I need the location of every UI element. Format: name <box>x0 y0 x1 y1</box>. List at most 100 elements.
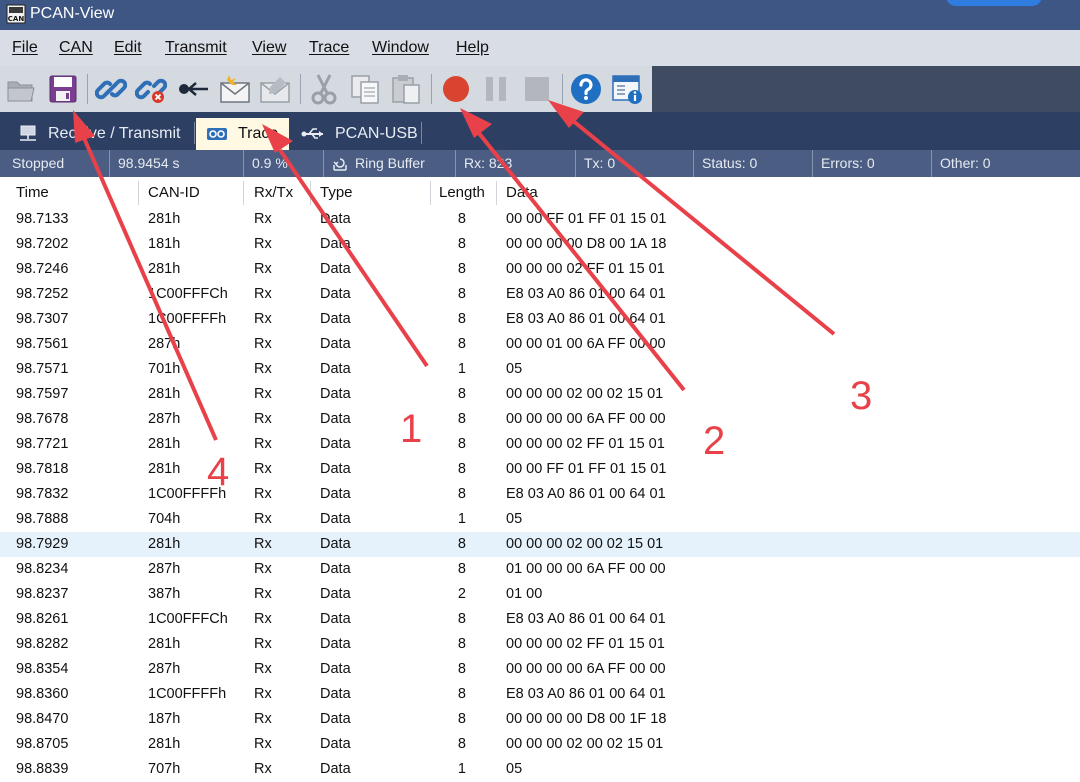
trace-row[interactable]: 98.8234 287h Rx Data 8 01 00 00 00 6A FF 00 0… <box>0 557 1080 582</box>
save-button[interactable] <box>46 72 80 106</box>
trace-row[interactable]: 98.8237 387h Rx Data 2 01 00 <box>0 582 1080 607</box>
cell-data: E8 03 A0 86 01 00 64 01 <box>506 311 666 327</box>
cell-data: 00 00 00 00 D8 00 1F 18 <box>506 711 667 727</box>
copy-button[interactable] <box>348 72 382 106</box>
status-mode: Ring Buffer <box>324 150 456 177</box>
cell-rx-tx: Rx <box>254 686 272 702</box>
cell-length: 8 <box>457 261 466 277</box>
cell-data: 00 00 FF 01 FF 01 15 01 <box>506 211 667 227</box>
cut-button[interactable] <box>307 72 341 106</box>
tab-label: Trace <box>238 125 279 142</box>
trace-row[interactable]: 98.8282 281h Rx Data 8 00 00 00 02 FF 01 15 0… <box>0 632 1080 657</box>
trace-row[interactable]: 98.8705 281h Rx Data 8 00 00 00 02 00 02 15 0… <box>0 732 1080 757</box>
tab-pcan-usb[interactable]: PCAN-USB <box>291 118 421 150</box>
column-header-type[interactable]: Type <box>320 184 353 201</box>
cell-time: 98.7678 <box>16 411 69 427</box>
cell-type: Data <box>320 761 351 777</box>
menu-view[interactable]: View <box>252 39 286 57</box>
cell-length: 8 <box>457 561 466 577</box>
record-button[interactable] <box>439 72 473 106</box>
trace-grid-header: Time CAN-ID Rx/Tx Type Length Data <box>0 177 1080 207</box>
cell-type: Data <box>320 386 351 402</box>
column-separator <box>138 181 139 205</box>
cell-rx-tx: Rx <box>254 361 272 377</box>
tab-trace[interactable]: Trace <box>196 118 289 150</box>
trace-row[interactable]: 98.7202 181h Rx Data 8 00 00 00 00 D8 00 1A 1… <box>0 232 1080 257</box>
cell-can-id: 281h <box>148 261 181 277</box>
cell-type: Data <box>320 486 351 502</box>
cell-time: 98.7202 <box>16 236 69 252</box>
cell-data: E8 03 A0 86 01 00 64 01 <box>506 686 666 702</box>
trace-row[interactable]: 98.7721 281h Rx Data 8 00 00 00 02 FF 01 15 0… <box>0 432 1080 457</box>
trace-row[interactable]: 98.7597 281h Rx Data 8 00 00 00 02 00 02 15 0… <box>0 382 1080 407</box>
menu-trace[interactable]: Trace <box>309 39 349 57</box>
cell-data: E8 03 A0 86 01 00 64 01 <box>506 486 666 502</box>
trace-row[interactable]: 98.7561 287h Rx Data 8 00 00 01 00 6A FF 00 0… <box>0 332 1080 357</box>
network-icon <box>18 125 38 143</box>
record-icon <box>443 76 469 102</box>
status-other: Other: 0 <box>940 155 991 171</box>
column-header-length[interactable]: Length <box>439 184 485 201</box>
trace-row[interactable]: 98.7571 701h Rx Data 1 05 <box>0 357 1080 382</box>
menu-edit[interactable]: Edit <box>114 39 142 57</box>
trace-row[interactable]: 98.8839 707h Rx Data 1 05 <box>0 757 1080 782</box>
cell-rx-tx: Rx <box>254 211 272 227</box>
trace-row[interactable]: 98.8261 1C00FFFCh Rx Data 8 E8 03 A0 86 01 00… <box>0 607 1080 632</box>
cell-data: 00 00 00 02 00 02 15 01 <box>506 386 664 402</box>
disconnect-icon <box>135 78 167 103</box>
cell-length: 1 <box>457 361 466 377</box>
cell-rx-tx: Rx <box>254 536 272 552</box>
menu-file[interactable]: File <box>12 39 38 57</box>
cell-time: 98.8237 <box>16 586 69 602</box>
trace-row[interactable]: 98.7678 287h Rx Data 8 00 00 00 00 6A FF 00 0… <box>0 407 1080 432</box>
column-header-can-id[interactable]: CAN-ID <box>148 184 200 201</box>
trace-row[interactable]: 98.7246 281h Rx Data 8 00 00 00 02 FF 01 15 0… <box>0 257 1080 282</box>
menu-transmit[interactable]: Transmit <box>165 39 227 57</box>
column-header-time[interactable]: Time <box>16 184 49 201</box>
cell-can-id: 707h <box>148 761 181 777</box>
disconnect-button[interactable] <box>134 72 168 106</box>
cell-rx-tx: Rx <box>254 336 272 352</box>
cell-can-id: 281h <box>148 436 181 452</box>
trace-row[interactable]: 98.7888 704h Rx Data 1 05 <box>0 507 1080 532</box>
trace-row[interactable]: 98.8470 187h Rx Data 8 00 00 00 00 D8 00 1F 1… <box>0 707 1080 732</box>
column-header-rx-tx[interactable]: Rx/Tx <box>254 184 293 201</box>
stop-button[interactable] <box>520 72 554 106</box>
menu-can[interactable]: CAN <box>59 39 93 57</box>
menu-help[interactable]: Help <box>456 39 489 57</box>
trace-row[interactable]: 98.7929 281h Rx Data 8 00 00 00 02 00 02 15 0… <box>0 532 1080 557</box>
cell-time: 98.8282 <box>16 636 69 652</box>
edit-message-icon <box>260 77 290 103</box>
cell-time: 98.7133 <box>16 211 69 227</box>
trace-row[interactable]: 98.7252 1C00FFFCh Rx Data 8 E8 03 A0 86 01 00… <box>0 282 1080 307</box>
cell-time: 98.8354 <box>16 661 69 677</box>
trace-row[interactable]: 98.7133 281h Rx Data 8 00 00 FF 01 FF 01 15 0… <box>0 207 1080 232</box>
cell-length: 8 <box>457 636 466 652</box>
toolbar-separator <box>562 74 563 104</box>
cell-rx-tx: Rx <box>254 636 272 652</box>
info-button[interactable] <box>610 72 644 106</box>
tab-receive-transmit[interactable]: Receive / Transmit <box>8 118 194 150</box>
cell-can-id: 704h <box>148 511 181 527</box>
column-header-data[interactable]: Data <box>506 184 538 201</box>
paste-button[interactable] <box>389 72 423 106</box>
new-message-button[interactable] <box>218 72 252 106</box>
window-corner-button[interactable] <box>946 0 1042 6</box>
connect-button[interactable] <box>94 72 128 106</box>
new-message-icon <box>220 75 250 103</box>
trace-row[interactable]: 98.8354 287h Rx Data 8 00 00 00 00 6A FF 00 0… <box>0 657 1080 682</box>
pause-icon <box>486 77 506 101</box>
menu-window[interactable]: Window <box>372 39 429 57</box>
edit-message-button[interactable] <box>258 72 292 106</box>
open-button[interactable] <box>4 72 38 106</box>
trace-row[interactable]: 98.8360 1C00FFFFh Rx Data 8 E8 03 A0 86 01 00… <box>0 682 1080 707</box>
trace-row[interactable]: 98.7307 1C00FFFFh Rx Data 8 E8 03 A0 86 01 00… <box>0 307 1080 332</box>
help-button[interactable] <box>569 72 603 106</box>
reset-button[interactable] <box>176 72 210 106</box>
cell-rx-tx: Rx <box>254 736 272 752</box>
cell-type: Data <box>320 311 351 327</box>
trace-row[interactable]: 98.7818 281h Rx Data 8 00 00 FF 01 FF 01 15 0… <box>0 457 1080 482</box>
trace-row[interactable]: 98.7832 1C00FFFFh Rx Data 8 E8 03 A0 86 01 00… <box>0 482 1080 507</box>
cell-can-id: 281h <box>148 736 181 752</box>
pause-button[interactable] <box>479 72 513 106</box>
